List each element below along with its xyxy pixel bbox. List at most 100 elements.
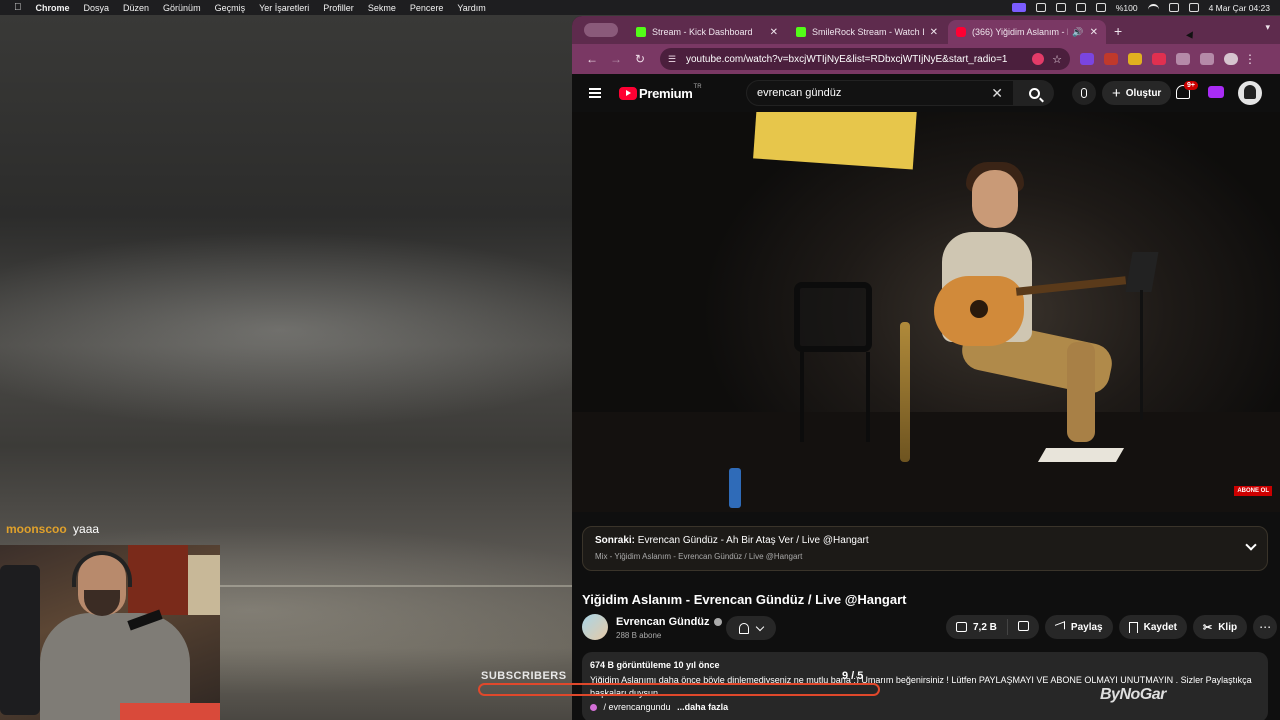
menu-history[interactable]: Geçmiş: [215, 3, 246, 13]
screen-share-icon[interactable]: [1011, 3, 1026, 12]
webcam-feed: [0, 545, 220, 720]
channel-link[interactable]: / evrencangundu: [604, 702, 671, 712]
close-tab-icon[interactable]: ✕: [930, 27, 938, 38]
channel-name-text[interactable]: Evrencan Gündüz: [616, 616, 710, 628]
tab-search-icon[interactable]: ▾: [1265, 22, 1270, 33]
account-avatar[interactable]: [1238, 81, 1262, 105]
subscribers-goal-count: 9 / 5: [842, 670, 864, 682]
stage-chair-legs: [800, 352, 870, 442]
profile-avatar[interactable]: [1224, 53, 1238, 65]
wifi-icon[interactable]: [1147, 3, 1159, 12]
grid-icon[interactable]: [1055, 3, 1066, 12]
speaker-icon[interactable]: 🔊: [1072, 27, 1083, 38]
subscribers-goal-label: SUBSCRIBERS: [481, 670, 567, 682]
battery-label[interactable]: %100: [1116, 3, 1138, 13]
youtube-header: Premium TR evrencan gündüz ✕ + Oluştur 9…: [572, 74, 1280, 112]
tab-youtube-active[interactable]: (366) Yiğidim Aslanım - E 🔊 ✕: [948, 20, 1106, 44]
youtube-play-icon: [619, 86, 637, 100]
performer-shin: [1067, 342, 1095, 442]
menu-window[interactable]: Pencere: [410, 3, 444, 13]
reading-list-icon[interactable]: [1200, 53, 1214, 65]
tab-group-chip[interactable]: [584, 23, 618, 37]
save-button[interactable]: Kaydet: [1118, 615, 1187, 639]
up-next-line: Sonraki: Evrencan Gündüz - Ah Bir Ataş V…: [595, 535, 1255, 546]
create-button[interactable]: + Oluştur: [1102, 81, 1172, 105]
menu-tab[interactable]: Sekme: [368, 3, 396, 13]
voice-search-button[interactable]: [1072, 81, 1096, 105]
close-tab-icon[interactable]: ✕: [1090, 27, 1098, 38]
like-count: 7,2 B: [973, 621, 997, 633]
play-icon[interactable]: [1075, 3, 1086, 12]
bluetooth-icon[interactable]: [1095, 3, 1106, 12]
search-query[interactable]: evrencan gündüz: [757, 87, 991, 99]
control-center-icon[interactable]: [1188, 3, 1199, 12]
search-icon[interactable]: [1168, 3, 1179, 12]
extension-icon[interactable]: [1104, 53, 1118, 65]
extension-icon[interactable]: [1152, 53, 1166, 65]
search-button[interactable]: [1014, 80, 1054, 106]
apple-icon[interactable]: : [14, 2, 22, 13]
up-next-prefix: Sonraki:: [595, 535, 636, 546]
tab-smilerock-stream[interactable]: SmileRock Stream - Watch Li ✕: [788, 20, 946, 44]
chat-message: moonscoo yaaa: [6, 522, 99, 536]
channel-name[interactable]: Evrencan Gündüz: [616, 616, 722, 628]
menu-bookmarks[interactable]: Yer İşaretleri: [259, 3, 309, 13]
scissors-icon: ✂: [1202, 621, 1213, 634]
stage-floor: [572, 412, 1280, 512]
more-actions-button[interactable]: ⋯: [1253, 615, 1278, 639]
show-more-link[interactable]: ...daha fazla: [677, 702, 728, 712]
status-item-icon[interactable]: [1035, 3, 1046, 12]
dislike-button[interactable]: [1008, 620, 1039, 634]
logo-text: Premium: [639, 85, 693, 101]
search-input[interactable]: evrencan gündüz ✕: [746, 80, 1014, 106]
menu-app-name[interactable]: Chrome: [36, 3, 70, 13]
clock[interactable]: 4 Mar Çar 04:23: [1209, 3, 1270, 13]
subscription-bell-button[interactable]: [726, 616, 776, 640]
youtube-icon: [956, 27, 966, 37]
wall-poster: [188, 555, 220, 615]
kebab-menu-icon[interactable]: ⋮: [1238, 52, 1262, 66]
new-tab-button[interactable]: +: [1114, 23, 1122, 39]
twitch-style-icon[interactable]: [1208, 86, 1224, 98]
link-icon: [590, 704, 597, 712]
music-stand: [1125, 252, 1159, 292]
close-tab-icon[interactable]: ✕: [770, 27, 778, 38]
reload-button[interactable]: ↻: [628, 52, 652, 66]
channel-avatar[interactable]: [582, 614, 608, 640]
view-count-and-date: 674 B görüntüleme 10 yıl önce: [590, 660, 720, 670]
clip-label: Klip: [1218, 621, 1238, 633]
forward-button[interactable]: →: [604, 52, 628, 66]
bookmark-star-icon[interactable]: ☆: [1052, 53, 1062, 66]
tab-kick-dashboard[interactable]: Stream - Kick Dashboard ✕: [628, 20, 786, 44]
menu-view[interactable]: Görünüm: [163, 3, 201, 13]
share-label: Paylaş: [1070, 621, 1103, 633]
recording-indicator-icon[interactable]: [1032, 53, 1045, 65]
like-button[interactable]: 7,2 B: [946, 619, 1008, 635]
up-next-panel[interactable]: Sonraki: Evrencan Gündüz - Ah Bir Ataş V…: [582, 526, 1268, 571]
puzzle-icon[interactable]: [1176, 53, 1190, 65]
url-text[interactable]: youtube.com/watch?v=bxcjWTIjNyE&list=RDb…: [686, 54, 1032, 65]
hamburger-menu-icon[interactable]: [589, 86, 601, 101]
stream-brand-logo: ByNoGar: [1100, 686, 1166, 703]
clip-button[interactable]: ✂ Klip: [1192, 615, 1248, 639]
site-info-icon[interactable]: ☰: [668, 54, 678, 64]
microphone-icon: [1081, 88, 1087, 98]
back-button[interactable]: ←: [580, 52, 604, 66]
menu-file[interactable]: Dosya: [84, 3, 110, 13]
share-button[interactable]: Paylaş: [1044, 615, 1113, 639]
kick-icon: [636, 27, 646, 37]
menu-help[interactable]: Yardım: [457, 3, 485, 13]
subscriber-count: 288 B abone: [616, 631, 662, 640]
extension-icon[interactable]: [1080, 53, 1094, 65]
tab-title: (366) Yiğidim Aslanım - E: [972, 27, 1069, 37]
menu-edit[interactable]: Düzen: [123, 3, 149, 13]
video-player[interactable]: ABONE OL: [572, 112, 1280, 512]
clear-search-icon[interactable]: ✕: [991, 85, 1003, 102]
stage-chair: [794, 282, 872, 352]
extension-icon[interactable]: [1128, 53, 1142, 65]
youtube-logo[interactable]: Premium TR: [619, 84, 702, 101]
address-bar[interactable]: ☰ youtube.com/watch?v=bxcjWTIjNyE&list=R…: [660, 48, 1070, 70]
menu-profiles[interactable]: Profiller: [323, 3, 354, 13]
subscribe-watermark[interactable]: ABONE OL: [1234, 486, 1272, 496]
desk: [120, 703, 220, 720]
